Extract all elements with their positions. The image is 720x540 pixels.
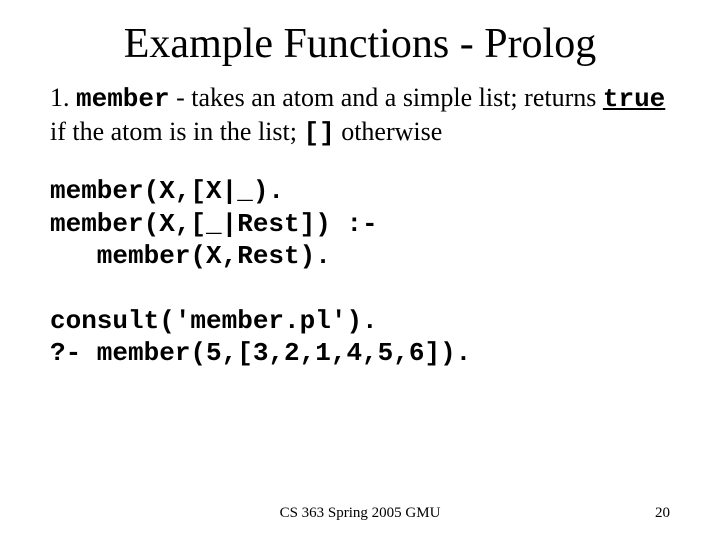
code-line: member(X,[X|_). [50, 176, 284, 206]
description: 1. member - takes an atom and a simple l… [50, 82, 670, 149]
slide-title: Example Functions - Prolog [50, 20, 670, 68]
desc-part2: if the atom is in the list; [50, 117, 303, 146]
code-line: member(X,Rest). [50, 241, 331, 271]
empty-list-literal: [] [303, 118, 334, 148]
code-line: ?- member(5,[3,2,1,4,5,6]). [50, 338, 471, 368]
desc-part3: otherwise [335, 117, 443, 146]
item-number: 1. [50, 83, 76, 112]
code-block-definition: member(X,[X|_). member(X,[_|Rest]) :- me… [50, 175, 670, 273]
slide: Example Functions - Prolog 1. member - t… [0, 0, 720, 540]
footer-text: CS 363 Spring 2005 GMU [0, 505, 720, 522]
true-literal: true [603, 84, 665, 114]
page-number: 20 [655, 505, 670, 522]
func-name: member [76, 84, 170, 114]
desc-part1: - takes an atom and a simple list; retur… [170, 83, 603, 112]
code-block-query: consult('member.pl'). ?- member(5,[3,2,1… [50, 305, 670, 370]
code-line: member(X,[_|Rest]) :- [50, 209, 378, 239]
code-line: consult('member.pl'). [50, 306, 378, 336]
